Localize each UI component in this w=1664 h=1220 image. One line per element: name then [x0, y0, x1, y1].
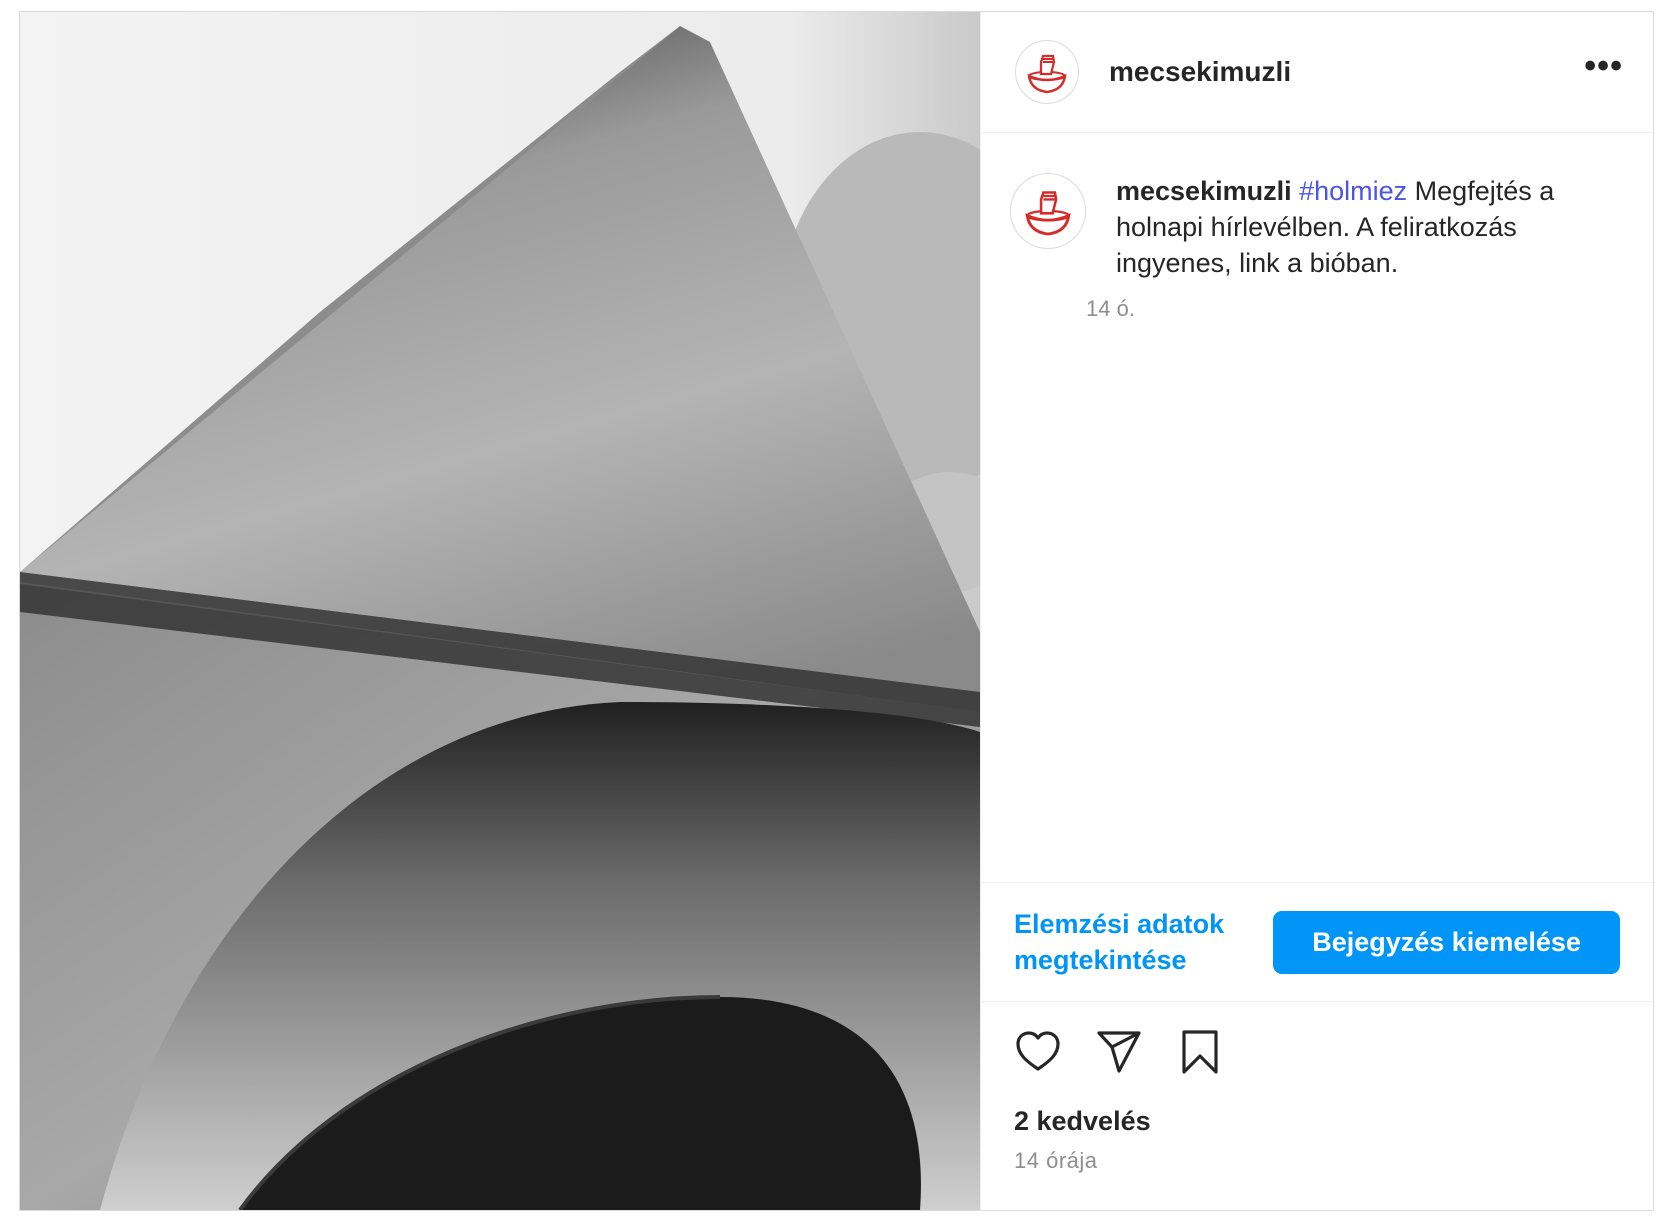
bowl-fist-logo-icon — [1025, 191, 1071, 236]
more-options-icon[interactable]: ••• — [1584, 49, 1623, 95]
bowl-fist-logo-icon — [1027, 54, 1067, 94]
promo-row: Elemzési adatok megtekintése Bejegyzés k… — [981, 882, 1653, 1002]
post-timestamp: 14 órája — [1014, 1148, 1098, 1173]
view-insights-link[interactable]: Elemzési adatok megtekintése — [1014, 906, 1273, 978]
post-actions — [1014, 1027, 1620, 1077]
likes-count[interactable]: 2 kedvelés — [1014, 1106, 1151, 1137]
bookmark-icon[interactable] — [1176, 1028, 1224, 1076]
post-photo[interactable] — [20, 12, 980, 1210]
caption-text: mecsekimuzli #holmiez Megfejtés a holnap… — [1116, 173, 1613, 281]
caption-avatar[interactable] — [1010, 173, 1086, 249]
post-author-username[interactable]: mecsekimuzli — [1109, 56, 1584, 88]
caption-hashtag[interactable]: #holmiez — [1299, 176, 1407, 206]
concrete-pyramid-photo — [20, 12, 980, 1210]
post-dialog: mecsekimuzli ••• mecsekimuzli #holmiez M… — [19, 11, 1654, 1211]
caption-block: mecsekimuzli #holmiez Megfejtés a holnap… — [981, 133, 1653, 322]
avatar[interactable] — [1015, 40, 1079, 104]
boost-post-button[interactable]: Bejegyzés kiemelése — [1273, 910, 1620, 974]
caption-content: mecsekimuzli #holmiez Megfejtés a holnap… — [1086, 173, 1613, 322]
caption-timestamp: 14 ó. — [1086, 296, 1135, 321]
caption-username[interactable]: mecsekimuzli — [1116, 176, 1292, 206]
post-header: mecsekimuzli ••• — [981, 12, 1653, 133]
share-icon[interactable] — [1095, 1028, 1143, 1076]
post-sidebar: mecsekimuzli ••• mecsekimuzli #holmiez M… — [980, 12, 1653, 1210]
heart-icon[interactable] — [1014, 1028, 1062, 1076]
